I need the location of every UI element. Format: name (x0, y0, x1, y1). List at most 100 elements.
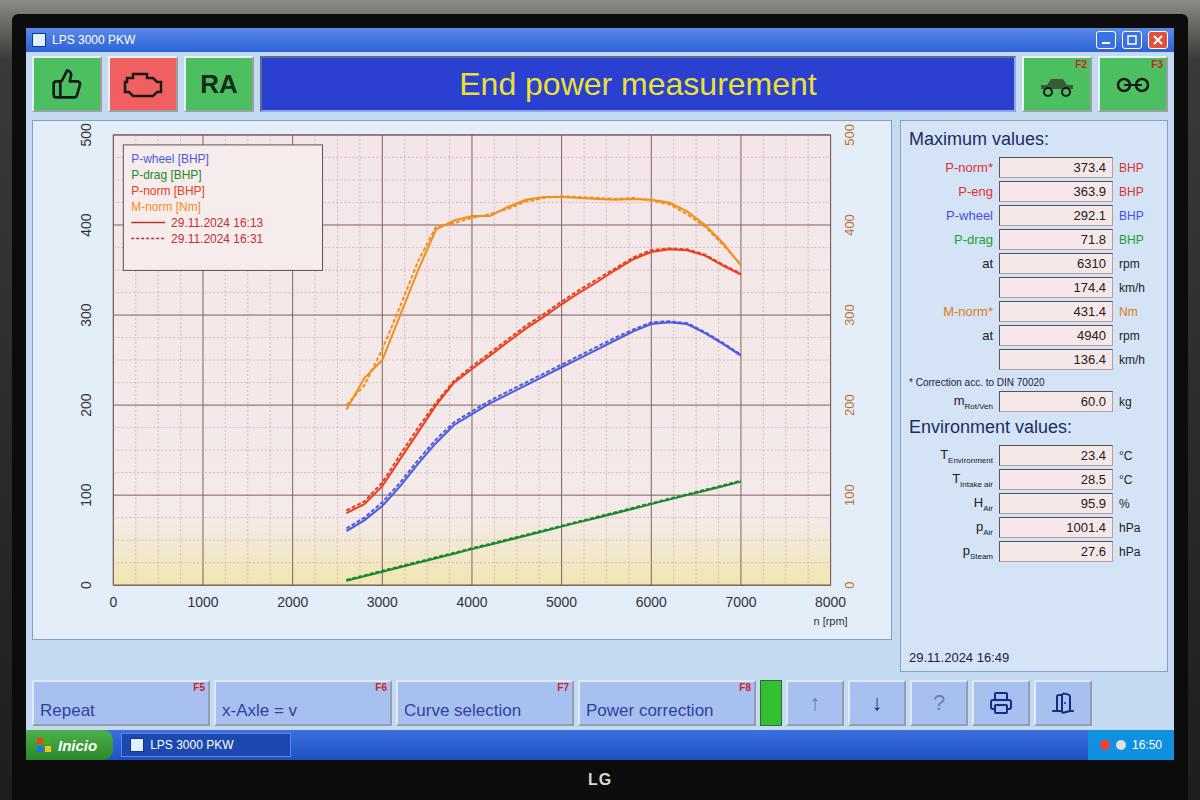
grid-line (359, 135, 360, 585)
value-unit: rpm (1119, 257, 1159, 271)
grid-line (113, 315, 830, 316)
function-key[interactable]: x-Axle = vF6 (214, 680, 392, 726)
value-field: 373.4 (999, 157, 1113, 178)
x-tick-label: 1000 (187, 594, 218, 610)
y-right-tick-label: 100 (842, 484, 857, 506)
y-right-tick-label: 500 (842, 124, 857, 146)
value-label: at (909, 256, 993, 271)
task-button[interactable]: LPS 3000 PKW (121, 733, 291, 757)
series-line (346, 481, 740, 580)
ra-button[interactable]: RA (184, 56, 254, 112)
nav-button[interactable]: ↑ (786, 680, 844, 726)
monitor-bezel: LPS 3000 PKWRAEnd power measurementF2F30… (12, 14, 1188, 800)
tray-icon (1100, 740, 1110, 750)
grid-line (113, 517, 830, 518)
grid-line (113, 495, 830, 496)
grid-line (113, 427, 830, 428)
grid-line (113, 540, 830, 541)
y-tick-label: 0 (78, 581, 94, 589)
x-tick-label: 5000 (546, 594, 577, 610)
value-field: 431.4 (999, 301, 1113, 322)
plot-area (113, 135, 830, 585)
value-unit: BHP (1119, 209, 1159, 223)
toolbar-button[interactable]: F2 (1022, 56, 1092, 112)
grid-line (113, 337, 830, 338)
y-tick-label: 500 (78, 123, 94, 147)
grid-line (113, 472, 830, 473)
title-bar: LPS 3000 PKW (26, 28, 1174, 52)
value-unit: BHP (1119, 161, 1159, 175)
series-line (346, 482, 740, 581)
function-key[interactable]: Curve selectionF7 (396, 680, 574, 726)
value-field: 27.6 (999, 541, 1113, 562)
y-tick-label: 300 (78, 303, 94, 327)
y-right-tick-label: 400 (842, 214, 857, 236)
maximize-button[interactable] (1122, 31, 1142, 49)
environment-row: TIntake air28.5°C (909, 469, 1159, 490)
function-key-bar: RepeatF5x-Axle = vF6Curve selectionF7Pow… (26, 676, 1174, 730)
value-unit: rpm (1119, 329, 1159, 343)
value-field: 363.9 (999, 181, 1113, 202)
grid-line (113, 134, 830, 135)
grid-line (427, 135, 428, 585)
x-tick-label: 7000 (725, 594, 756, 610)
screen: LPS 3000 PKWRAEnd power measurementF2F30… (26, 28, 1174, 760)
nav-button[interactable]: ↓ (848, 680, 906, 726)
value-unit: hPa (1119, 545, 1159, 559)
grid-line (494, 135, 495, 585)
value-unit: BHP (1119, 233, 1159, 247)
environment-row: HAir95.9% (909, 493, 1159, 514)
value-label: M-norm* (909, 304, 993, 319)
key-badge: F7 (557, 683, 569, 694)
window-title: LPS 3000 PKW (52, 33, 1090, 47)
indicator-fill (761, 681, 781, 725)
printer-icon (989, 691, 1013, 715)
function-key[interactable]: Power correctionF8 (578, 680, 756, 726)
close-button[interactable] (1148, 31, 1168, 49)
value-row: P-drag71.8BHP (909, 229, 1159, 250)
value-field: 292.1 (999, 205, 1113, 226)
exit-button[interactable] (1034, 680, 1092, 726)
series-line (346, 249, 740, 513)
value-field: 4940 (999, 325, 1113, 346)
environment-label: TEnvironment (909, 447, 993, 465)
y-right-tick-label: 200 (842, 394, 857, 416)
minimize-button[interactable] (1096, 31, 1116, 49)
svg-text:29.11.2024 16:13: 29.11.2024 16:13 (171, 216, 263, 230)
legend-entry: P-norm [BHP] (131, 184, 205, 198)
app-icon (130, 738, 144, 752)
section-title: Environment values: (909, 417, 1159, 438)
ok-button[interactable] (32, 56, 102, 112)
value-unit: °C (1119, 473, 1159, 487)
value-unit: km/h (1119, 281, 1159, 295)
rollers-icon (1113, 71, 1153, 97)
x-tick-label: 0 (109, 594, 117, 610)
function-key[interactable]: RepeatF5 (32, 680, 210, 726)
print-button[interactable] (972, 680, 1030, 726)
value-label: P-eng (909, 184, 993, 199)
close-icon (1153, 35, 1163, 45)
key-badge: F5 (193, 683, 205, 694)
value-unit: Nm (1119, 305, 1159, 319)
mass-label: mRot/Veh (909, 393, 993, 411)
y-right-tick-label: 0 (842, 582, 857, 589)
value-row: P-norm*373.4BHP (909, 157, 1159, 178)
toolbar-button[interactable]: F3 (1098, 56, 1168, 112)
door-icon (1051, 691, 1075, 715)
y-tick-label: 400 (78, 213, 94, 237)
grid-line (673, 135, 674, 585)
x-tick-label: 2000 (277, 594, 308, 610)
environment-label: HAir (909, 495, 993, 513)
series-line (346, 322, 740, 531)
start-button[interactable]: Inicio (26, 730, 113, 760)
value-row: 174.4km/h (909, 277, 1159, 298)
environment-label: pAir (909, 519, 993, 537)
grid-line (113, 450, 830, 451)
environment-row: pAir1001.4hPa (909, 517, 1159, 538)
engine-button[interactable] (108, 56, 178, 112)
chart-legend: P-wheel [BHP]P-drag [BHP]P-norm [BHP]M-n… (123, 145, 322, 271)
car-roller-icon (1037, 71, 1077, 97)
monitor-brand: LG (26, 760, 1174, 800)
grid-line (113, 382, 830, 383)
nav-button[interactable]: ? (910, 680, 968, 726)
